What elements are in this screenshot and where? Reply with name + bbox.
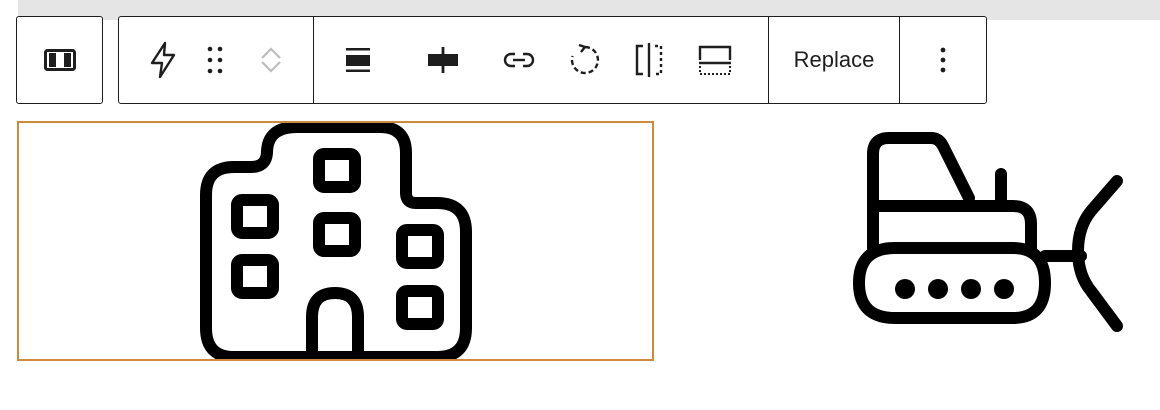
vertical-dots-icon	[939, 46, 947, 74]
block-toolbar: Replace	[118, 16, 987, 104]
selected-icon-block[interactable]	[17, 121, 654, 361]
link-button[interactable]	[497, 17, 541, 103]
lightning-icon	[148, 41, 178, 79]
bulldozer-icon	[845, 126, 1135, 346]
justify-center-icon	[427, 46, 459, 74]
link-icon	[502, 51, 536, 69]
columns-icon	[43, 49, 76, 71]
replace-button[interactable]: Replace	[769, 17, 899, 103]
align-button[interactable]	[337, 17, 379, 103]
rotate-icon	[569, 44, 601, 76]
flip-button[interactable]	[627, 17, 671, 103]
parent-block-button[interactable]	[17, 17, 102, 103]
flip-horizontal-icon	[633, 42, 665, 78]
drag-handle-icon	[205, 45, 225, 75]
chevron-down-icon	[259, 60, 283, 74]
parent-block-group	[16, 16, 103, 104]
more-options-button[interactable]	[919, 17, 967, 103]
drag-handle[interactable]	[197, 17, 233, 103]
rotate-button[interactable]	[563, 17, 607, 103]
move-down-button[interactable]	[253, 60, 289, 103]
building-icon	[19, 123, 652, 359]
justify-button[interactable]	[419, 17, 467, 103]
caption-button[interactable]	[693, 17, 737, 103]
toolbar-separator	[899, 17, 900, 103]
chevron-up-icon	[259, 46, 283, 60]
toolbar-separator	[313, 17, 314, 103]
caption-icon	[697, 44, 733, 76]
transform-button[interactable]	[139, 17, 187, 103]
move-up-button[interactable]	[253, 17, 289, 60]
align-wide-icon	[344, 47, 372, 73]
